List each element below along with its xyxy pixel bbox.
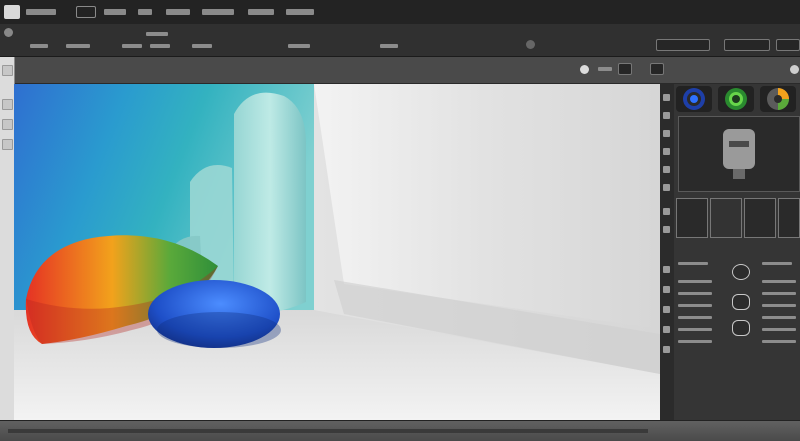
option-label-bar bbox=[146, 32, 168, 36]
document-canvas[interactable] bbox=[14, 84, 660, 420]
layer-icon[interactable] bbox=[732, 320, 750, 336]
color-swatch-graphic bbox=[767, 88, 789, 110]
option-field[interactable] bbox=[724, 39, 770, 51]
option-field[interactable] bbox=[776, 39, 800, 51]
panel-toggle-icon[interactable] bbox=[663, 226, 670, 233]
menu-bar bbox=[0, 0, 800, 25]
panel-toggle-icon[interactable] bbox=[663, 94, 670, 101]
document-tab-bar bbox=[14, 57, 800, 84]
color-swatch-icon[interactable] bbox=[676, 86, 712, 112]
menu-label-bar bbox=[138, 9, 152, 15]
panel-toggle-icon[interactable] bbox=[663, 266, 670, 273]
option-field[interactable] bbox=[656, 39, 710, 51]
thumbnail[interactable] bbox=[744, 198, 776, 238]
panel-toggle-icon[interactable] bbox=[663, 148, 670, 155]
panel-toggle-icon[interactable] bbox=[663, 306, 670, 313]
lock-icon[interactable] bbox=[732, 294, 750, 310]
menu-button-outline bbox=[76, 6, 96, 18]
panel-icon-strip bbox=[660, 84, 674, 420]
property-row-bar bbox=[678, 340, 712, 343]
zoom-field[interactable] bbox=[650, 63, 664, 75]
menu-item-layer[interactable] bbox=[138, 6, 152, 18]
property-label-bar bbox=[762, 262, 792, 265]
menu-item-type[interactable] bbox=[166, 6, 190, 18]
panel-toggle-icon[interactable] bbox=[663, 184, 670, 191]
menu-item-image[interactable] bbox=[104, 6, 126, 18]
scroll-track[interactable] bbox=[8, 429, 648, 433]
thumbnail[interactable] bbox=[778, 198, 800, 238]
option-label-bar bbox=[30, 44, 48, 48]
property-row-bar bbox=[762, 340, 796, 343]
option-label-bar bbox=[380, 44, 398, 48]
option-label-bar bbox=[66, 44, 90, 48]
canvas-artwork bbox=[14, 84, 660, 420]
menu-item-view[interactable] bbox=[286, 6, 314, 18]
tool-preset-icon[interactable] bbox=[4, 28, 13, 37]
option-label-bar bbox=[122, 44, 142, 48]
menu-item-file[interactable] bbox=[26, 6, 56, 18]
preview-image-icon bbox=[678, 116, 800, 192]
options-bar bbox=[0, 24, 800, 57]
move-tool-icon[interactable] bbox=[2, 65, 13, 76]
menu-label-bar bbox=[104, 9, 126, 15]
panel-toggle-icon[interactable] bbox=[663, 346, 670, 353]
panel-toggle-icon[interactable] bbox=[663, 326, 670, 333]
property-row-bar bbox=[762, 304, 796, 307]
color-swatch-icon[interactable] bbox=[718, 86, 754, 112]
color-swatch-icon[interactable] bbox=[760, 86, 796, 112]
thumbnail-strip bbox=[676, 198, 800, 238]
tools-panel bbox=[0, 57, 15, 432]
option-label-bar bbox=[598, 67, 612, 71]
property-row-bar bbox=[678, 304, 712, 307]
color-swatch-graphic bbox=[683, 88, 705, 110]
option-label-bar bbox=[150, 44, 170, 48]
menu-item-edit[interactable] bbox=[76, 6, 96, 18]
lasso-tool-icon[interactable] bbox=[2, 119, 13, 130]
property-row-bar bbox=[678, 292, 712, 295]
menu-item-filter[interactable] bbox=[248, 6, 274, 18]
property-row-bar bbox=[678, 316, 712, 319]
app-logo-icon[interactable] bbox=[4, 5, 20, 19]
property-row-bar bbox=[762, 292, 796, 295]
panel-toggle-icon[interactable] bbox=[663, 130, 670, 137]
option-label-bar bbox=[192, 44, 212, 48]
panel-toggle-icon[interactable] bbox=[663, 166, 670, 173]
property-label-bar bbox=[678, 262, 708, 265]
menu-label-bar bbox=[166, 9, 190, 15]
option-label-bar bbox=[288, 44, 310, 48]
toggle-icon[interactable] bbox=[526, 40, 535, 49]
color-swatch-graphic bbox=[725, 88, 747, 110]
menu-label-bar bbox=[248, 9, 274, 15]
thumbnail[interactable] bbox=[676, 198, 708, 238]
swirl-icon[interactable] bbox=[732, 264, 750, 280]
menu-label-bar bbox=[202, 9, 234, 15]
menu-label-bar bbox=[26, 9, 56, 15]
panel-toggle-icon[interactable] bbox=[663, 112, 670, 119]
preview-graphic bbox=[679, 117, 799, 191]
panel-toggle-icon[interactable] bbox=[663, 286, 670, 293]
status-bar bbox=[0, 420, 800, 441]
right-panels bbox=[660, 84, 800, 420]
property-row-bar bbox=[678, 280, 712, 283]
property-row-bar bbox=[762, 280, 796, 283]
crop-tool-icon[interactable] bbox=[2, 139, 13, 150]
panel-toggle-icon[interactable] bbox=[663, 208, 670, 215]
zoom-field[interactable] bbox=[618, 63, 632, 75]
gear-icon[interactable] bbox=[790, 65, 799, 74]
property-row-bar bbox=[762, 328, 796, 331]
properties-panel bbox=[676, 250, 800, 420]
menu-item-select[interactable] bbox=[202, 6, 234, 18]
property-row-bar bbox=[678, 328, 712, 331]
menu-label-bar bbox=[286, 9, 314, 15]
property-row-bar bbox=[762, 316, 796, 319]
marquee-tool-icon[interactable] bbox=[2, 99, 13, 110]
thumbnail[interactable] bbox=[710, 198, 742, 238]
refresh-icon[interactable] bbox=[580, 65, 589, 74]
